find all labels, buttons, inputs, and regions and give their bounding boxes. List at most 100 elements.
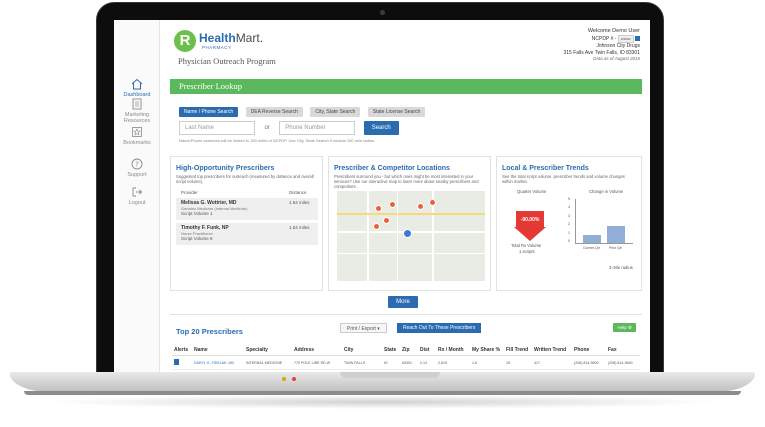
radius-note: 3 mile radius (609, 265, 633, 270)
map-road (397, 191, 398, 281)
sidebar-item-marketing[interactable]: Marketing Resources (114, 98, 160, 124)
prescriber-pin[interactable] (373, 223, 380, 230)
local-trends-panel: Local & Prescriber Trends See the total … (496, 156, 642, 291)
sidebar-item-dashboard[interactable]: Dashboard (114, 78, 160, 98)
column-header[interactable]: Written Trend (532, 345, 572, 356)
ncpdp-select[interactable]: ••••••• (617, 34, 634, 43)
table-cell: 2,619 (436, 355, 470, 370)
provider-card[interactable]: Melissa G. Wottrier, MD Geriatric Medici… (176, 198, 318, 220)
logo-wordmark: HealthMart. (199, 31, 263, 45)
dropdown-icon[interactable] (635, 35, 640, 41)
y-tick-label: 1 (568, 230, 570, 235)
phone-number-input[interactable]: Phone Number (279, 120, 356, 135)
table-cell: 83301 (400, 355, 418, 370)
app-screen: Dashboard Marketing Resources Bookmarks … (114, 20, 650, 374)
logout-icon (132, 187, 143, 197)
data-as-of: Data as of August 2015 (593, 56, 640, 61)
map-highway (337, 213, 485, 215)
x-axis (575, 243, 633, 244)
column-header[interactable]: State (382, 345, 400, 356)
provider-card[interactable]: Timothy F. Funk, NP Nurse Practitioner S… (176, 223, 318, 245)
sidebar-item-logout[interactable]: Logout (114, 186, 160, 206)
table-cell: (208) 814-9600 (572, 355, 606, 370)
provider-table-header: Provider Distance (181, 190, 316, 195)
y-tick-label: 4 (568, 205, 570, 210)
sidebar: Dashboard Marketing Resources Bookmarks … (114, 20, 160, 374)
user-info: Welcome Demo User NCPDP # - ••••••• John… (563, 28, 640, 63)
tab-dea-reverse[interactable]: DEA Reverse Search (245, 107, 303, 117)
pharmacy-location-pin[interactable] (403, 229, 412, 238)
column-header[interactable]: Alerts (172, 345, 192, 356)
y-tick-label: 0 (568, 239, 570, 243)
column-header[interactable]: Rx / Month (436, 345, 470, 356)
document-icon (132, 98, 142, 110)
prescriber-lookup-header: Prescriber Lookup (170, 79, 642, 94)
alert-cell (172, 355, 192, 370)
column-header[interactable]: Address (292, 345, 342, 356)
more-button[interactable]: More (388, 296, 418, 308)
page-title: Physician Outreach Program (178, 56, 276, 66)
laptop-shadow (40, 395, 725, 409)
prescriber-pin[interactable] (417, 203, 424, 210)
search-row: Last Name or Phone Number Search (179, 119, 399, 137)
column-header[interactable]: Specialty (244, 345, 292, 356)
quarter-volume-label: Quarter Volume (517, 189, 547, 194)
help-icon: ? (131, 158, 143, 170)
laptop-notch (340, 372, 440, 378)
panel-title: High-Opportunity Prescribers (176, 165, 275, 172)
tab-city-state[interactable]: City, State Search (310, 107, 361, 117)
sidebar-item-support[interactable]: ? Support (114, 158, 160, 178)
y-axis (575, 199, 576, 243)
prescriber-pin[interactable] (375, 205, 382, 212)
star-icon (132, 127, 142, 137)
change-volume-label: Change in Volume (589, 189, 624, 194)
locations-map[interactable] (337, 191, 485, 281)
print-export-button[interactable]: Print / Export ▾ (340, 323, 387, 333)
reach-out-button[interactable]: Reach Out To These Prescribers (397, 323, 482, 333)
panel-title: Prescriber & Competitor Locations (334, 165, 450, 172)
prescriber-pin[interactable] (383, 217, 390, 224)
search-button[interactable]: Search (363, 120, 399, 135)
sidebar-item-label: Marketing Resources (123, 112, 151, 124)
column-header[interactable]: Zip (400, 345, 418, 356)
map-road (337, 253, 485, 254)
sidebar-item-label: Support (127, 172, 147, 178)
table-cell: INTERNAL MEDICINE (244, 355, 292, 370)
table-row[interactable]: DARYL G. FIDELAK, MD INTERNAL MEDICINE 770… (172, 355, 640, 370)
column-header[interactable]: Fax (606, 345, 640, 356)
prescribers-table: Alerts Name Specialty Address City State Zip Di… (172, 345, 640, 374)
column-header[interactable]: City (342, 345, 382, 356)
logo-mart: Mart. (235, 31, 264, 45)
y-tick-label: 5 (568, 197, 570, 201)
prior-qtr-label: Prior Qtr (609, 246, 622, 250)
table-cell: 0.13 (418, 355, 436, 370)
bookmark-icon[interactable] (174, 359, 179, 365)
table-cell: 1.6 (470, 355, 504, 370)
column-header[interactable]: Phone (572, 345, 606, 356)
table-cell: 770 POLE LINE RD W (292, 355, 342, 370)
provider-volume: Script Volume 8 (181, 236, 213, 241)
help-button[interactable]: Help ⚙ (613, 323, 636, 332)
tab-state-license[interactable]: State License Search (367, 107, 426, 117)
col-distance: Distance (289, 190, 307, 195)
last-name-input[interactable]: Last Name (179, 120, 255, 135)
column-header[interactable]: Dist (418, 345, 436, 356)
current-qtr-bar (583, 234, 601, 243)
volume-change-value: -90.00% (520, 217, 540, 223)
panel-title: Local & Prescriber Trends (502, 165, 589, 172)
table-cell[interactable]: DARYL G. FIDELAK, MD (192, 355, 244, 370)
y-tick-label: 3 (568, 213, 570, 218)
home-icon (131, 78, 143, 90)
table-cell: 417 (532, 355, 572, 370)
column-header[interactable]: Fill Trend (504, 345, 532, 356)
sidebar-item-bookmarks[interactable]: Bookmarks (114, 126, 160, 146)
column-header[interactable]: Name (192, 345, 244, 356)
prescriber-pin[interactable] (389, 201, 396, 208)
sidebar-item-label: Bookmarks (123, 140, 151, 146)
ncpdp-label: NCPDP # - (591, 35, 617, 42)
prescriber-pin[interactable] (429, 199, 436, 206)
tab-name-phone[interactable]: Name / Phone Search (179, 107, 239, 117)
column-header[interactable]: My Share % (470, 345, 504, 356)
total-rx-label: Total Rx Volume (511, 243, 542, 248)
main-content: R HealthMart. PHARMACY Physician Outreac… (160, 20, 650, 374)
